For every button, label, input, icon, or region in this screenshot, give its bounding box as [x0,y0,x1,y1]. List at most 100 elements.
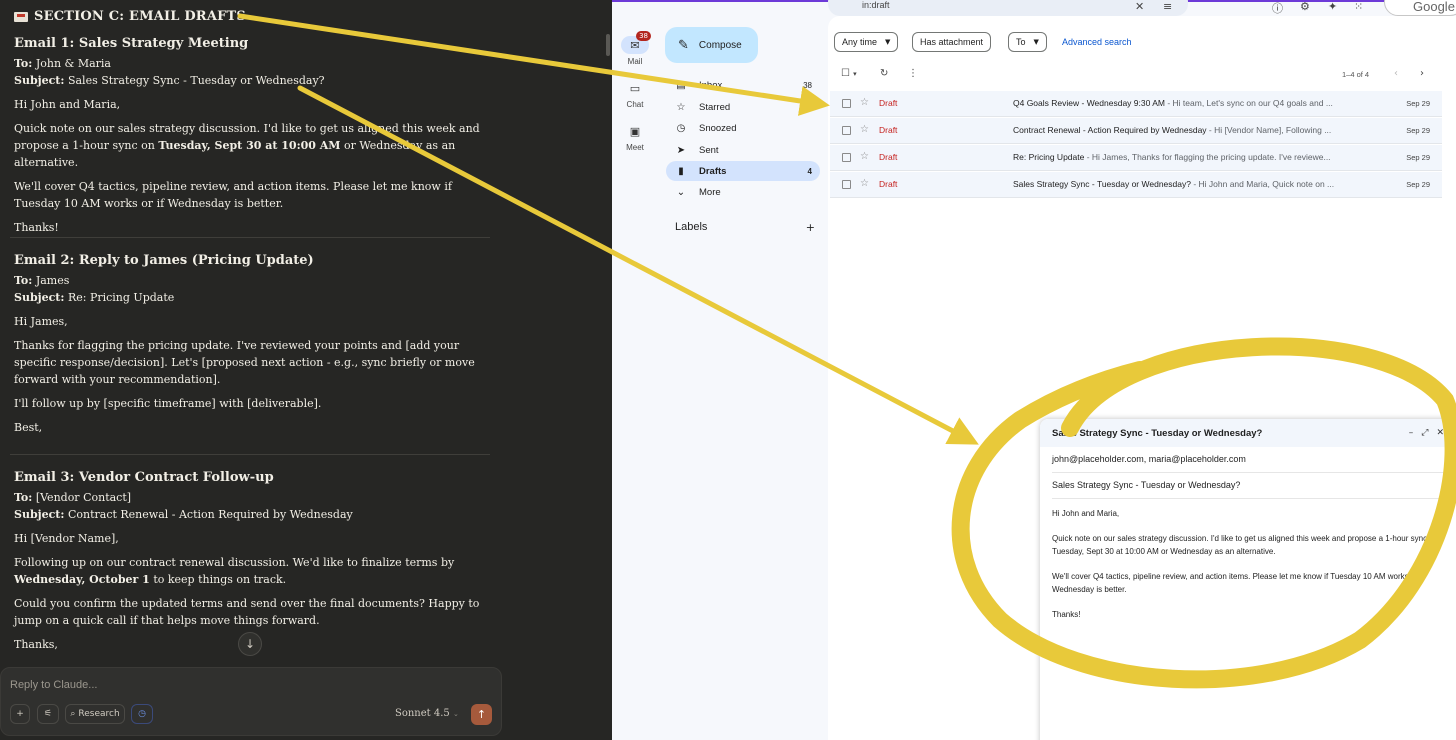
filter-icon[interactable]: ≡ [1163,0,1172,13]
email-subject: Subject: Contract Renewal - Action Requi… [14,508,353,521]
minimize-icon[interactable]: – [1409,428,1414,438]
star-icon[interactable]: ☆ [860,151,869,162]
mail-row[interactable]: ☆ Draft Sales Strategy Sync - Tuesday or… [830,172,1442,198]
rail-chat[interactable]: ▭ Chat [615,79,655,110]
tools-button[interactable]: ⚟ [37,704,59,724]
email-greeting: Hi James, [14,315,68,328]
add-label-icon[interactable]: + [806,221,815,234]
recipients-field[interactable]: john@placeholder.com, maria@placeholder.… [1052,447,1444,473]
google-account-button[interactable]: Google [1384,0,1456,16]
unread-badge: 38 [636,31,651,41]
star-icon[interactable]: ☆ [860,97,869,108]
compose-window-header[interactable]: Sales Strategy Sync - Tuesday or Wednesd… [1040,419,1456,447]
add-button[interactable]: + [10,704,30,724]
nav-drafts[interactable]: ▮ Drafts 4 [666,161,820,181]
message-body[interactable]: Hi John and Maria, Quick note on our sal… [1040,499,1456,641]
send-icon: ➤ [676,144,686,156]
close-icon[interactable]: ✕ [1436,428,1444,438]
nav-sent[interactable]: ➤ Sent [666,140,820,160]
draft-label: Draft [879,152,898,162]
expand-icon[interactable]: ⤢ [1421,428,1428,438]
mail-row[interactable]: ☆ Draft Contract Renewal - Action Requir… [830,118,1442,144]
email-subject: Subject: Sales Strategy Sync - Tuesday o… [14,74,325,87]
row-checkbox[interactable] [842,99,851,108]
arrow-down-icon: ↓ [244,637,256,651]
search-query: in:draft [862,0,890,10]
video-icon: ▣ [629,124,641,138]
reply-input[interactable]: Reply to Claude... [10,679,97,691]
row-date: Sep 29 [1406,153,1430,162]
email-greeting: Hi [Vendor Name], [14,532,119,545]
mail-icon: ✉ 38 [621,31,651,54]
row-date: Sep 29 [1406,126,1430,135]
row-subject: Q4 Goals Review - Wednesday 9:30 AM [1013,98,1165,108]
star-icon[interactable]: ☆ [860,124,869,135]
email-to: To: [Vendor Contact] [14,491,132,504]
email-paragraph: Following up on our contract renewal dis… [14,556,455,586]
plus-icon: + [16,709,24,719]
chevron-down-icon: ⌄ [676,186,686,198]
prev-page-icon[interactable]: ‹ [1394,68,1398,79]
refresh-icon[interactable]: ↻ [880,68,888,79]
row-subject: Contract Renewal - Action Required by We… [1013,125,1207,135]
row-snippet: - Hi [Vendor Name], Following ... [1206,125,1332,135]
mail-row[interactable]: ☆ Draft Q4 Goals Review - Wednesday 9:30… [830,91,1442,117]
email-to: To: John & Maria [14,57,111,70]
model-selector[interactable]: Sonnet 4.5 ⌄ [395,708,459,719]
email-greeting: Hi John and Maria, [14,98,121,111]
compose-button[interactable]: ✎ Compose [665,27,758,63]
next-page-icon[interactable]: › [1420,68,1424,79]
rail-mail[interactable]: ✉ 38 Mail [615,31,655,66]
scrollbar[interactable] [606,34,610,56]
send-button[interactable]: ↑ [471,704,492,725]
help-icon[interactable]: ⓘ [1272,0,1283,16]
research-label: Research [78,709,120,719]
search-bar[interactable]: in:draft [828,0,1188,16]
gear-icon[interactable]: ⚙ [1300,0,1310,13]
filter-has-attachment[interactable]: Has attachment [912,32,992,52]
email-paragraph: We'll cover Q4 tactics, pipeline review,… [14,180,452,210]
row-checkbox[interactable] [842,180,851,189]
nav-inbox[interactable]: ▤ Inbox 38 [666,75,820,95]
email-heading: Email 2: Reply to James (Pricing Update) [14,253,314,268]
row-checkbox[interactable] [842,153,851,162]
draft-compose-window: Sales Strategy Sync - Tuesday or Wednesd… [1040,419,1456,740]
chat-composer: Reply to Claude... + ⚟ ⌕ Research ◷ Sonn… [0,667,502,736]
claude-chat-panel: SECTION C: EMAIL DRAFTS Email 1: Sales S… [0,0,612,740]
clock-button[interactable]: ◷ [131,704,153,724]
apps-icon[interactable]: ⁙ [1354,0,1363,13]
row-date: Sep 29 [1406,99,1430,108]
nav-snoozed[interactable]: ◷ Snoozed [666,118,820,138]
advanced-search-link[interactable]: Advanced search [1062,37,1132,47]
research-button[interactable]: ⌕ Research [65,704,125,724]
more-vert-icon[interactable]: ⋮ [908,68,918,79]
email-draft-1: Email 1: Sales Strategy Meeting To: John… [14,35,484,236]
email-paragraph: Thanks for flagging the pricing update. … [14,339,475,386]
email-paragraph: Quick note on our sales strategy discuss… [14,122,480,169]
select-all-checkbox[interactable]: ☐ ▾ [841,68,857,79]
rail-meet[interactable]: ▣ Meet [615,122,655,153]
clear-search-icon[interactable]: ✕ [1135,0,1144,13]
caret-down-icon: ▼ [885,38,891,46]
filter-any-time[interactable]: Any time ▼ [834,32,899,52]
email-subject: Subject: Re: Pricing Update [14,291,175,304]
sliders-icon: ⚟ [43,709,53,719]
clock-icon: ◷ [138,709,146,719]
email-paragraph: Could you confirm the updated terms and … [14,597,480,627]
draft-label: Draft [879,179,898,189]
filter-to[interactable]: To ▼ [1008,32,1047,52]
email-heading: Email 1: Sales Strategy Meeting [14,36,249,51]
star-icon[interactable]: ☆ [860,178,869,189]
nav-more[interactable]: ⌄ More [666,182,820,202]
pagination-label: 1–4 of 4 [1342,70,1370,79]
email-heading: Email 3: Vendor Contract Follow-up [14,470,274,485]
envelope-icon [14,11,28,22]
sparkle-icon[interactable]: ✦ [1328,0,1337,13]
row-checkbox[interactable] [842,126,851,135]
scroll-down-button[interactable]: ↓ [238,632,262,656]
nav-starred[interactable]: ☆ Starred [666,97,820,117]
row-snippet: - Hi James, Thanks for flagging the pric… [1084,152,1331,162]
mail-row[interactable]: ☆ Draft Re: Pricing Update - Hi James, T… [830,145,1442,171]
subject-field[interactable]: Sales Strategy Sync - Tuesday or Wednesd… [1052,473,1444,499]
labels-header: Labels + [675,221,815,234]
